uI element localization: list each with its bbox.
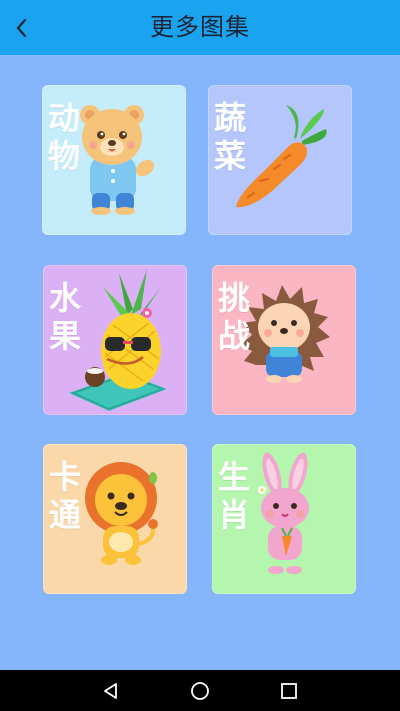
card-label-cartoon: 卡通 [49,458,82,534]
app-screen: 更多图集 动物 蔬菜 水果 挑战 卡通 生肖 [0,0,400,711]
nav-home-button[interactable] [180,670,220,711]
gallery-card-challenge[interactable]: 挑战 [212,265,356,415]
card-label-vegetables: 蔬菜 [214,99,247,175]
gallery-card-vegetables[interactable]: 蔬菜 [208,85,352,235]
gallery-card-cartoon[interactable]: 卡通 [43,444,187,594]
nav-recents-icon [281,682,297,699]
page-title: 更多图集 [150,13,250,41]
nav-home-icon [191,681,209,700]
header-bar: 更多图集 [0,0,400,55]
nav-back-icon [104,682,117,699]
card-label-zodiac: 生肖 [218,458,251,534]
gallery-card-fruits[interactable]: 水果 [43,265,187,415]
card-label-animals: 动物 [48,99,81,175]
nav-recents-button[interactable] [269,670,309,711]
gallery-card-zodiac[interactable]: 生肖 [212,444,356,594]
nav-back-button[interactable] [91,670,131,711]
card-label-challenge: 挑战 [218,279,251,355]
card-label-fruits: 水果 [49,279,82,355]
system-nav-bar [0,670,400,711]
gallery-card-animals[interactable]: 动物 [42,85,186,235]
